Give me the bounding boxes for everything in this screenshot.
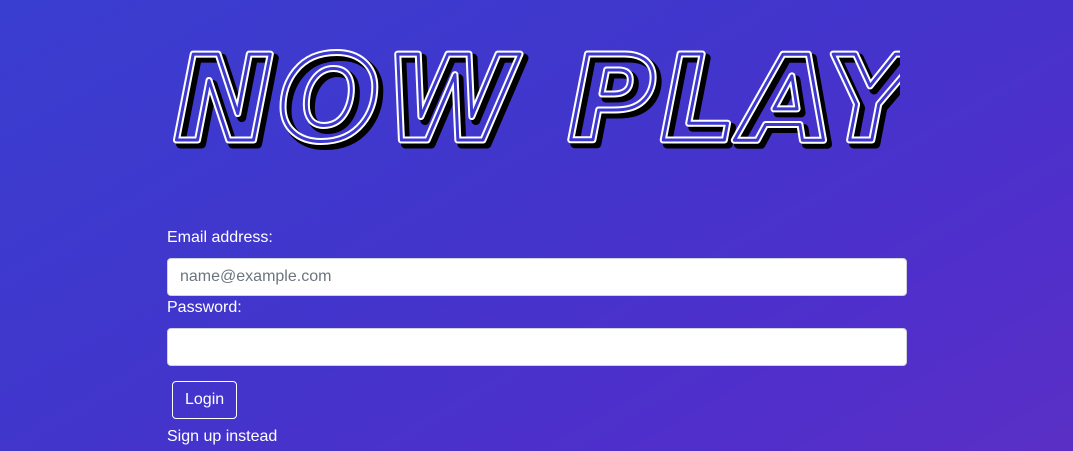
- app-logo: NOW PLAYING NOW PLAYING NOW PLAYING: [160, 34, 901, 174]
- password-label: Password:: [167, 299, 242, 316]
- login-form: Email address: Password: Login Sign up i…: [167, 228, 907, 445]
- logo-text: NOW PLAYING: [174, 34, 900, 168]
- signup-link[interactable]: Sign up instead: [167, 427, 277, 447]
- password-input[interactable]: [167, 328, 907, 366]
- login-button[interactable]: Login: [172, 381, 238, 419]
- email-input[interactable]: [167, 258, 907, 296]
- email-label: Email address:: [167, 229, 273, 246]
